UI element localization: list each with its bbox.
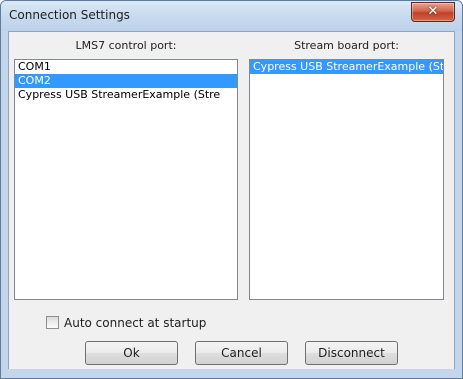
stream-board-port-label: Stream board port: [294,39,399,52]
dialog-client-area: LMS7 control port: COM1 COM2 Cypress USB… [8,31,455,371]
disconnect-button[interactable]: Disconnect [305,341,398,365]
close-icon: ✕ [427,4,439,19]
auto-connect-checkbox[interactable] [46,316,59,329]
lms7-control-port-label: LMS7 control port: [75,39,177,52]
stream-board-port-list[interactable]: Cypress USB StreamerExample (Stre [249,59,444,300]
title-bar[interactable]: Connection Settings ✕ [1,1,462,31]
list-item-com1[interactable]: COM1 [15,60,237,74]
window-bottom-border [1,369,462,378]
window-title: Connection Settings [9,8,130,22]
close-button[interactable]: ✕ [411,2,455,22]
lms7-control-port-list[interactable]: COM1 COM2 Cypress USB StreamerExample (S… [14,59,238,300]
list-item-cypress-usb[interactable]: Cypress USB StreamerExample (Stre [15,88,237,102]
auto-connect-label[interactable]: Auto connect at startup [64,315,206,331]
list-item-com2[interactable]: COM2 [15,74,237,88]
ok-button[interactable]: Ok [85,341,178,365]
cancel-button[interactable]: Cancel [195,341,288,365]
connection-settings-window: Connection Settings ✕ LMS7 control port:… [0,0,463,379]
list-item-cypress-usb-stream[interactable]: Cypress USB StreamerExample (Stre [250,60,443,74]
